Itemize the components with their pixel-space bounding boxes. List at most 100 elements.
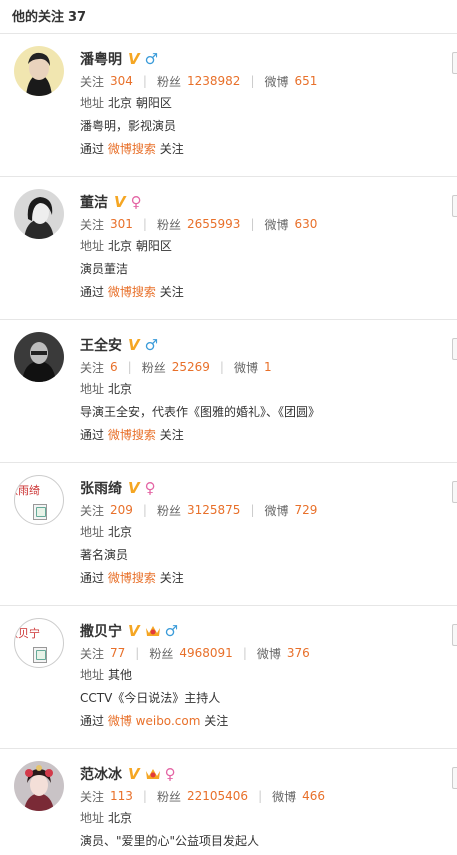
bio: 著名演员 (80, 548, 129, 562)
fans-count-link[interactable]: 22105406 (187, 789, 248, 803)
divider: | (258, 789, 263, 803)
follow-count-link[interactable]: 113 (110, 789, 133, 803)
avatar[interactable] (14, 761, 64, 811)
follow-label: 关注 (80, 646, 105, 661)
follow-count-link[interactable]: 6 (110, 360, 118, 374)
location-value: 北京 (108, 525, 133, 539)
via-source-link[interactable]: 微博 weibo.com (108, 714, 201, 728)
follow-action-button[interactable] (452, 624, 457, 646)
location-value: 北京 (108, 811, 133, 825)
user-name[interactable]: 范冰冰 (80, 764, 122, 784)
fans-label: 粉丝 (156, 503, 181, 518)
fans-count-link[interactable]: 2655993 (187, 217, 240, 231)
user-name[interactable]: 潘粤明 (80, 49, 122, 69)
avatar-alt-text: 撒贝宁 (15, 627, 40, 640)
avatar[interactable] (14, 46, 64, 96)
via-suffix: 关注 (159, 571, 184, 585)
user-name[interactable]: 张雨绮 (80, 478, 122, 498)
weibo-count-link[interactable]: 1 (264, 360, 272, 374)
list-item: 撒贝宁 撒贝宁 V ♂ 关注 77 | 粉丝 4968091 | 微博 376 地址其… (0, 606, 457, 749)
via-suffix: 关注 (204, 714, 229, 728)
follow-label: 关注 (80, 789, 105, 804)
bio: CCTV《今日说法》主持人 (80, 691, 221, 705)
divider: | (142, 503, 147, 517)
via-prefix: 通过 (80, 142, 105, 156)
follow-label: 关注 (80, 217, 105, 232)
avatar[interactable]: 张雨绮 (14, 475, 64, 525)
via-source-link[interactable]: 微博搜索 (108, 285, 156, 299)
via-prefix: 通过 (80, 714, 105, 728)
weibo-count-link[interactable]: 651 (295, 74, 318, 88)
user-name[interactable]: 撒贝宁 (80, 621, 122, 641)
follow-action-button[interactable] (452, 767, 457, 789)
location-value: 北京 朝阳区 (108, 96, 172, 110)
follow-label: 关注 (80, 74, 105, 89)
location-label: 地址 (80, 668, 105, 682)
avatar-alt-text: 张雨绮 (15, 484, 40, 497)
bio: 导演王全安，代表作《图雅的婚礼》、《团圆》 (80, 405, 321, 419)
fans-label: 粉丝 (149, 646, 174, 661)
user-name[interactable]: 王全安 (80, 335, 122, 355)
fans-label: 粉丝 (156, 74, 181, 89)
follow-list: 潘粤明 V ♂ 关注 304 | 粉丝 1238982 | 微博 651 地址 北京 朝… (0, 34, 457, 855)
weibo-label: 微博 (264, 217, 289, 232)
fans-label: 粉丝 (156, 217, 181, 232)
fans-count-link[interactable]: 4968091 (179, 646, 232, 660)
verified-badge-icon: V (128, 765, 140, 783)
user-name[interactable]: 董洁 (80, 192, 108, 212)
weibo-label: 微博 (264, 74, 289, 89)
location-value: 其他 (108, 668, 133, 682)
fans-count-link[interactable]: 3125875 (187, 503, 240, 517)
via-source-link[interactable]: 微博搜索 (108, 571, 156, 585)
follow-action-button[interactable] (452, 338, 457, 360)
follow-count-link[interactable]: 304 (110, 74, 133, 88)
via-source-link[interactable]: 微博搜索 (108, 142, 156, 156)
verified-badge-icon: V (128, 622, 140, 640)
weibo-label: 微博 (272, 789, 297, 804)
male-icon: ♂ (164, 622, 179, 640)
avatar[interactable] (14, 332, 64, 382)
weibo-count-link[interactable]: 729 (295, 503, 318, 517)
weibo-count-link[interactable]: 630 (295, 217, 318, 231)
weibo-label: 微博 (264, 503, 289, 518)
divider: | (250, 74, 255, 88)
fans-count-link[interactable]: 1238982 (187, 74, 240, 88)
via-suffix: 关注 (159, 285, 184, 299)
follow-count-link[interactable]: 301 (110, 217, 133, 231)
male-icon: ♂ (144, 336, 159, 354)
avatar[interactable]: 撒贝宁 (14, 618, 64, 668)
follow-count: 37 (68, 10, 87, 25)
list-item: 王全安 V ♂ 关注 6 | 粉丝 25269 | 微博 1 地址 北京 导演王全安，代… (0, 320, 457, 463)
female-icon: ♀ (164, 765, 176, 783)
fans-label: 粉丝 (156, 789, 181, 804)
fans-label: 粉丝 (141, 360, 166, 375)
via-suffix: 关注 (159, 142, 184, 156)
follow-label: 关注 (80, 503, 105, 518)
follow-count-link[interactable]: 77 (110, 646, 125, 660)
location-label: 地址 (80, 382, 105, 396)
member-crown-icon (145, 769, 160, 779)
follow-action-button[interactable] (452, 481, 457, 503)
verified-badge-icon: V (128, 50, 140, 68)
follow-count-link[interactable]: 209 (110, 503, 133, 517)
weibo-count-link[interactable]: 466 (302, 789, 325, 803)
list-item: 潘粤明 V ♂ 关注 304 | 粉丝 1238982 | 微博 651 地址 北京 朝… (0, 34, 457, 177)
follow-list-header: 他的关注 37 (0, 0, 457, 34)
location-value: 北京 朝阳区 (108, 239, 172, 253)
follow-label: 关注 (80, 360, 105, 375)
verified-badge-icon: V (128, 336, 140, 354)
follow-action-button[interactable] (452, 52, 457, 74)
divider: | (135, 646, 140, 660)
female-icon: ♀ (130, 193, 142, 211)
broken-image-icon (33, 647, 47, 663)
follow-action-button[interactable] (452, 195, 457, 217)
header-title: 他的关注 (12, 10, 65, 25)
divider: | (142, 74, 147, 88)
divider: | (142, 789, 147, 803)
fans-count-link[interactable]: 25269 (172, 360, 210, 374)
weibo-count-link[interactable]: 376 (287, 646, 310, 660)
bio: 演员、"爱里的心"公益项目发起人 (80, 834, 260, 848)
weibo-label: 微博 (233, 360, 258, 375)
avatar[interactable] (14, 189, 64, 239)
via-source-link[interactable]: 微博搜索 (108, 428, 156, 442)
